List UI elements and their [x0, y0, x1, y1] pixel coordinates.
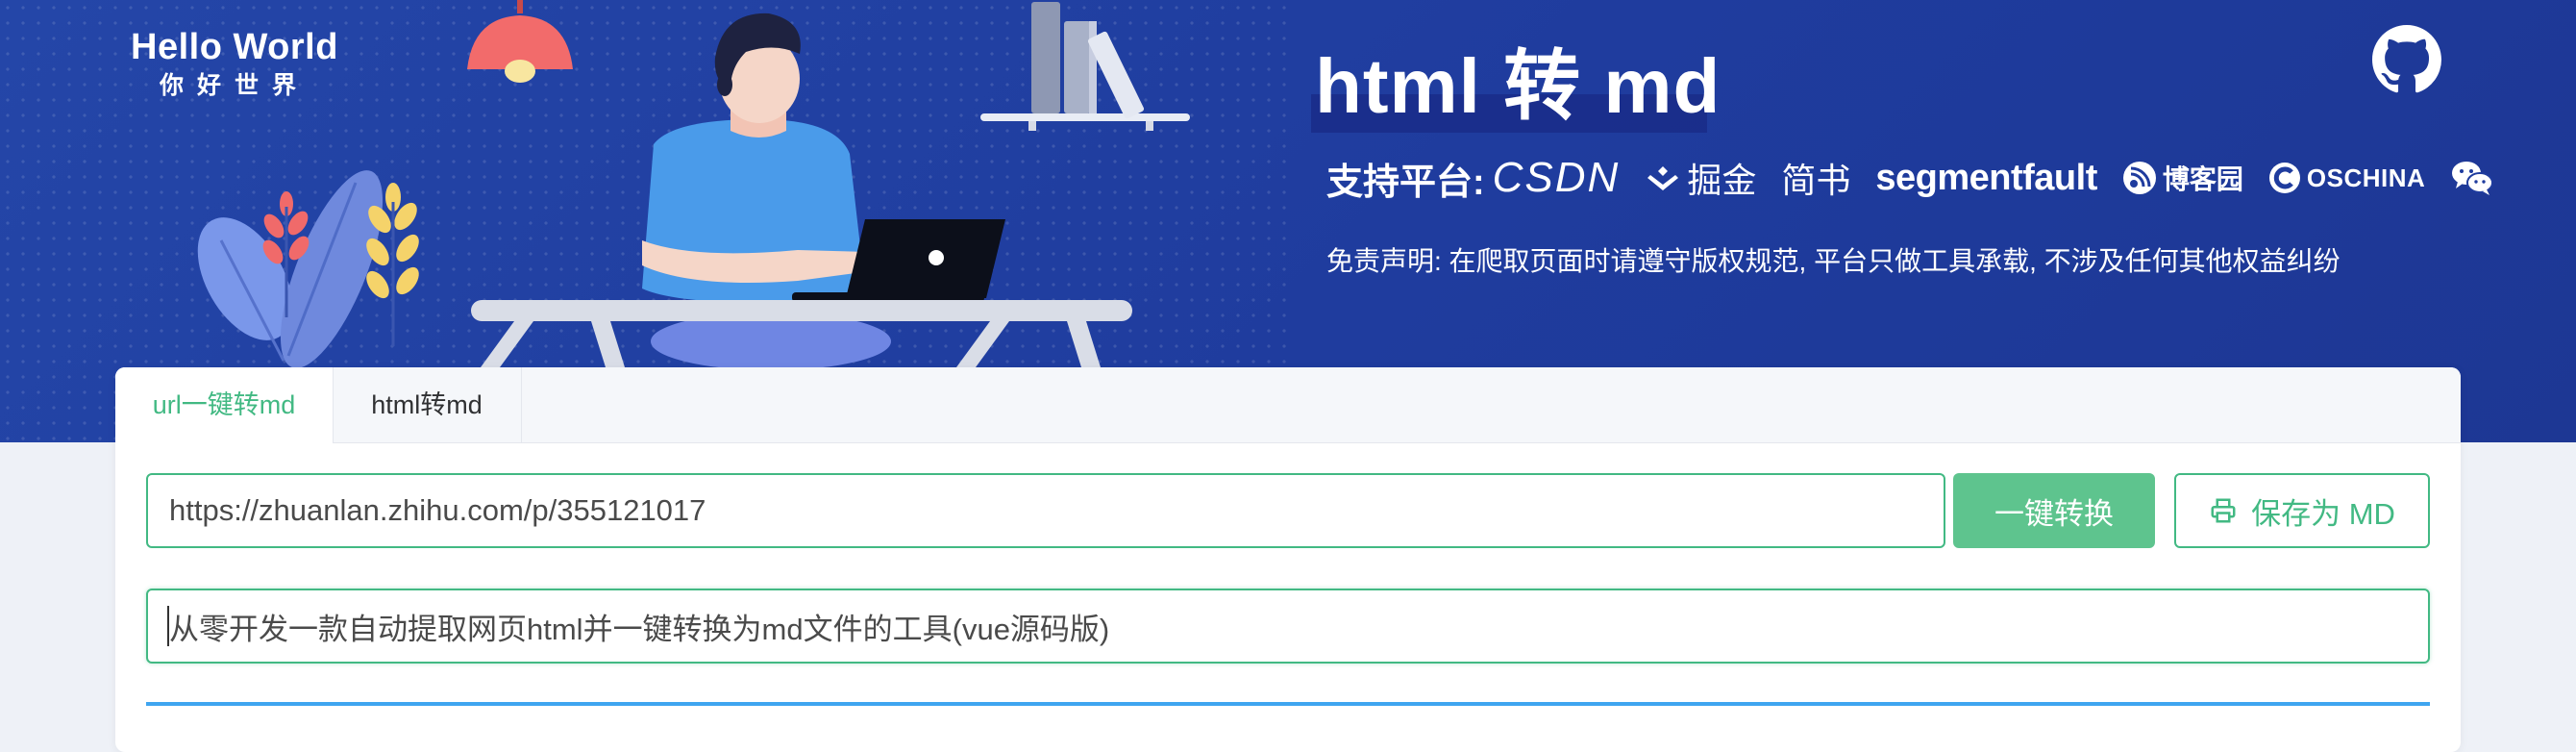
- text-cursor: [167, 606, 169, 646]
- disclaimer-text: 免责声明: 在爬取页面时请遵守版权规范, 平台只做工具承载, 不涉及任何其他权益…: [1326, 246, 2341, 276]
- platform-juejin[interactable]: 掘金: [1645, 153, 1756, 203]
- platform-cnblogs-label: 博客园: [2162, 164, 2243, 194]
- tab-url-to-md[interactable]: url一键转md: [115, 367, 334, 443]
- save-md-label: 保存为 MD: [2251, 496, 2395, 531]
- platform-juejin-label: 掘金: [1687, 161, 1757, 200]
- platform-jianshu[interactable]: 简书: [1781, 153, 1850, 203]
- save-md-button[interactable]: 保存为 MD: [2174, 473, 2430, 548]
- url-input[interactable]: [146, 473, 1945, 548]
- page-title: html 转 md: [1315, 43, 1721, 129]
- oschina-icon: [2268, 163, 2300, 193]
- tab-html-to-md[interactable]: html转md: [333, 367, 522, 442]
- github-icon[interactable]: [2372, 25, 2441, 94]
- convert-button[interactable]: 一键转换: [1953, 473, 2155, 548]
- article-title-input[interactable]: [146, 589, 2430, 664]
- tab-bar: url一键转md html转md: [115, 367, 2461, 443]
- converter-card: url一键转md html转md 一键转换 保存为 MD: [115, 367, 2461, 752]
- page-title-wrap: html 转 md: [1311, 40, 1721, 133]
- platform-segmentfault[interactable]: segmentfault: [1875, 158, 2097, 199]
- platforms-label: 支持平台:: [1326, 162, 1485, 203]
- supported-platforms: 支持平台: CSDN 掘金 简书 segmentfault 博客园 OSCHIN…: [1326, 152, 2525, 204]
- markdown-editor-border: [146, 702, 2430, 706]
- juejin-icon: [1647, 166, 1679, 190]
- cnblogs-icon: [2122, 162, 2156, 194]
- wechat-icon: [2452, 162, 2494, 195]
- platform-cnblogs[interactable]: 博客园: [2122, 159, 2243, 197]
- platform-oschina-label: OSCHINA: [2306, 163, 2426, 192]
- platform-oschina[interactable]: OSCHINA: [2268, 162, 2425, 194]
- printer-icon: [2211, 498, 2236, 523]
- platform-csdn[interactable]: CSDN: [1493, 154, 1621, 202]
- platform-wechat[interactable]: [2450, 159, 2500, 197]
